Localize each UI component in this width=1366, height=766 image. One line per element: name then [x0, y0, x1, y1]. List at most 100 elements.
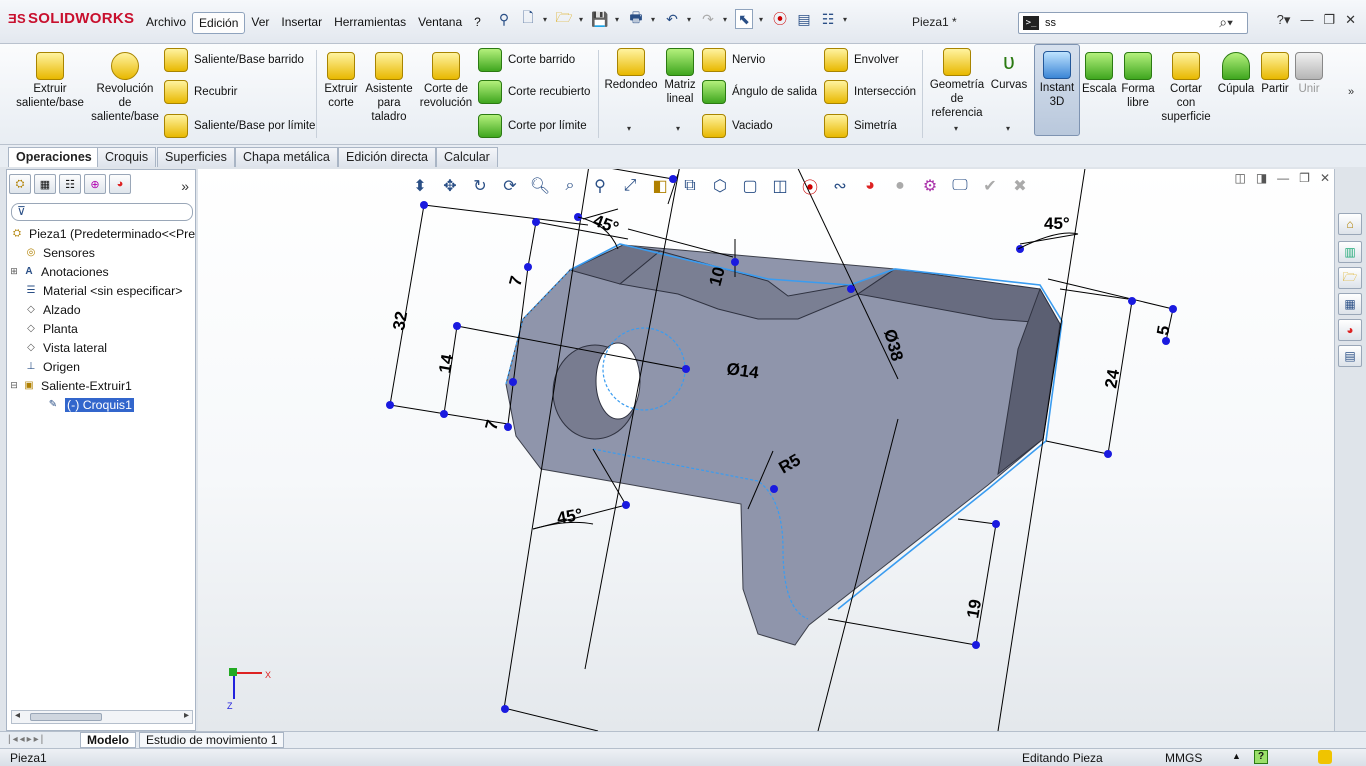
panel-expand-icon[interactable]: »	[181, 178, 189, 194]
status-units[interactable]: MMGS	[1165, 751, 1202, 765]
menu-archivo[interactable]: Archivo	[140, 12, 192, 34]
intersect-button[interactable]: Intersección	[824, 80, 916, 104]
custom-properties-icon[interactable]: ▤	[1338, 345, 1362, 367]
viewport-close-icon[interactable]: ✕	[1320, 171, 1330, 185]
scroll-right-icon[interactable]: ▸	[184, 710, 189, 721]
rotate-icon[interactable]: ↻	[468, 174, 492, 198]
tree-item-part[interactable]: ⛭ Pieza1 (Predeterminado<<Pred	[9, 224, 195, 243]
undo-dropdown-icon[interactable]: ▾	[687, 15, 693, 24]
curves-dropdown-icon[interactable]: ▾	[1006, 124, 1010, 133]
reference-geometry-button[interactable]: Geometría de referencia	[928, 48, 986, 120]
menu-ventana[interactable]: Ventana	[412, 12, 468, 34]
appearances-icon[interactable]: ◕	[1338, 319, 1362, 341]
tab-navigation-icon[interactable]: |◂◂▸▸|	[8, 734, 45, 745]
expand-icon[interactable]: ⊞	[9, 266, 19, 277]
pan-icon[interactable]: ✥	[438, 174, 462, 198]
cancel-x-icon[interactable]: ✖	[1008, 174, 1032, 198]
viewport-split-icon[interactable]: ◫	[1234, 171, 1245, 185]
rib-button[interactable]: Nervio	[702, 48, 765, 72]
linear-pattern-button[interactable]: Matriz lineal	[660, 48, 700, 106]
roll-icon[interactable]: ⟳	[498, 174, 522, 198]
redo-dropdown-icon[interactable]: ▾	[723, 15, 729, 24]
viewport-split2-icon[interactable]: ◨	[1256, 171, 1267, 185]
viewport-minimize-icon[interactable]: —	[1277, 171, 1289, 185]
graphics-area[interactable]: 14 45° 45° 45° 10 7 32 14 7 Ø14 Ø38 R5 5…	[198, 169, 1334, 731]
solidworks-logo[interactable]: ƎS SOLIDWORKS	[8, 10, 134, 27]
design-library-icon[interactable]: ▥	[1338, 241, 1362, 263]
split-button[interactable]: Partir	[1258, 52, 1292, 96]
view-orientation-icon[interactable]: ⬡	[708, 174, 732, 198]
search-icon[interactable]: ⌕▾	[1219, 14, 1233, 31]
tab-operaciones[interactable]: Operaciones	[8, 147, 100, 167]
zoom-in-out-icon[interactable]: ⚲	[588, 174, 612, 198]
new-dropdown-icon[interactable]: ▾	[543, 15, 549, 24]
configuration-manager-tab-icon[interactable]: ☷	[59, 174, 81, 194]
tree-item-right-plane[interactable]: ◇ Vista lateral	[9, 338, 195, 357]
menu-insertar[interactable]: Insertar	[275, 12, 328, 34]
extrude-cut-button[interactable]: Extruir corte	[320, 52, 362, 110]
previous-view-icon[interactable]: ⧉	[678, 174, 702, 198]
options-icon[interactable]: ☷	[819, 9, 837, 29]
feature-filter-input[interactable]: ⊽	[11, 203, 193, 221]
tab-estudio-movimiento[interactable]: Estudio de movimiento 1	[139, 732, 285, 748]
print-dropdown-icon[interactable]: ▾	[651, 15, 657, 24]
undo-icon[interactable]: ↶	[663, 9, 681, 29]
pattern-dropdown-icon[interactable]: ▾	[676, 124, 680, 133]
tags-icon[interactable]	[1318, 750, 1332, 764]
minimize-icon[interactable]: —	[1300, 12, 1313, 28]
apply-scene-icon[interactable]: ●	[888, 174, 912, 198]
save-icon[interactable]: 💾	[591, 9, 609, 29]
monitor-icon[interactable]: 🖵	[948, 174, 972, 198]
fillet-dropdown-icon[interactable]: ▾	[627, 124, 631, 133]
options-dropdown-icon[interactable]: ▾	[843, 15, 849, 24]
loft-button[interactable]: Recubrir	[164, 80, 237, 104]
tab-modelo[interactable]: Modelo	[80, 732, 136, 748]
viewport-restore-icon[interactable]: ❐	[1299, 171, 1310, 185]
zoom-to-area-icon[interactable]: ⌕	[558, 174, 582, 198]
scale-button[interactable]: Escala	[1082, 52, 1117, 96]
print-icon[interactable]: 🖶	[627, 9, 645, 29]
revolve-boss-button[interactable]: Revolución de saliente/base	[90, 52, 160, 124]
file-properties-icon[interactable]: ▤	[795, 9, 813, 29]
open-dropdown-icon[interactable]: ▾	[579, 15, 585, 24]
tab-croquis[interactable]: Croquis	[97, 147, 157, 167]
zoom-to-fit-icon[interactable]: 🔍︎	[528, 174, 552, 198]
wrap-button[interactable]: Envolver	[824, 48, 899, 72]
tab-edicion-directa[interactable]: Edición directa	[338, 147, 436, 167]
save-dropdown-icon[interactable]: ▾	[615, 15, 621, 24]
ref-geometry-dropdown-icon[interactable]: ▾	[954, 124, 958, 133]
solidworks-resources-icon[interactable]: ⌂	[1338, 213, 1362, 235]
menu-help[interactable]: ?	[468, 12, 487, 34]
fillet-button[interactable]: Redondeo	[604, 48, 658, 92]
zoom-to-selection-icon[interactable]: ⤢	[618, 174, 642, 198]
view-palette-icon[interactable]: ▦	[1338, 293, 1362, 315]
tree-item-extrude[interactable]: ⊟ ▣ Saliente-Extruir1	[9, 376, 195, 395]
display-manager-tab-icon[interactable]: ◕	[109, 174, 131, 194]
wireframe-icon[interactable]: ◫	[768, 174, 792, 198]
select-cursor-icon[interactable]: ⬉	[735, 9, 753, 29]
rebuild-icon[interactable]: ⦿	[798, 174, 822, 198]
menu-edicion[interactable]: Edición	[192, 12, 246, 34]
panel-horizontal-scrollbar[interactable]: ◂ ▸	[11, 710, 193, 724]
tree-item-origin[interactable]: ⊥ Origen	[9, 357, 195, 376]
freeform-button[interactable]: Forma libre	[1118, 52, 1158, 110]
file-explorer-icon[interactable]: 🗁	[1338, 267, 1362, 289]
swept-cut-button[interactable]: Corte barrido	[478, 48, 575, 72]
tree-item-sensors[interactable]: ◎ Sensores	[9, 243, 195, 262]
model-viewport[interactable]: 14 45° 45° 45° 10 7 32 14 7 Ø14 Ø38 R5 5…	[198, 169, 1334, 731]
close-icon[interactable]: ✕	[1345, 12, 1356, 28]
search-input[interactable]: >_ ss ⌕▾	[1018, 12, 1248, 34]
open-folder-icon[interactable]: 🗁	[555, 9, 573, 29]
ribbon-more-icon[interactable]: »	[1348, 86, 1354, 98]
pin-icon[interactable]: ⚲	[495, 9, 513, 29]
dimxpert-tab-icon[interactable]: ⊕	[84, 174, 106, 194]
tree-item-front-plane[interactable]: ◇ Alzado	[9, 300, 195, 319]
property-manager-tab-icon[interactable]: ▦	[34, 174, 56, 194]
select-dropdown-icon[interactable]: ▾	[759, 15, 765, 24]
confirm-check-icon[interactable]: ✔	[978, 174, 1002, 198]
view-orientation-axis-icon[interactable]: ⬍	[408, 174, 432, 198]
new-document-icon[interactable]: 🗋	[519, 9, 537, 29]
menu-ver[interactable]: Ver	[245, 12, 275, 34]
boundary-cut-button[interactable]: Corte por límite	[478, 114, 587, 138]
cut-with-surface-button[interactable]: Cortar con superficie	[1160, 52, 1212, 124]
